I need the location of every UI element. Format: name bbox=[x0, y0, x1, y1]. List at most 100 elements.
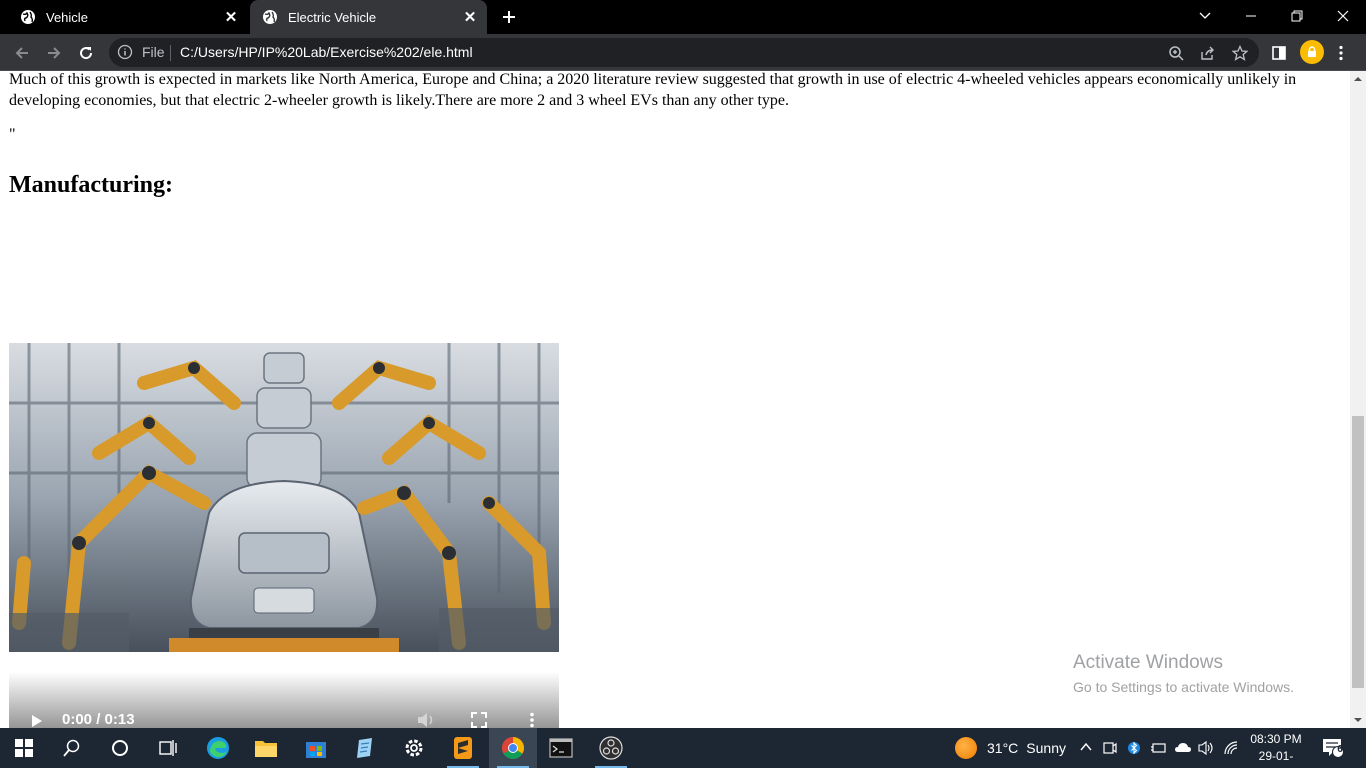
tab-electric-vehicle[interactable]: Electric Vehicle ✕ bbox=[250, 0, 487, 34]
factory-image bbox=[9, 343, 559, 652]
globe-icon bbox=[21, 10, 35, 24]
device-icon[interactable] bbox=[1150, 740, 1166, 756]
watermark-title: Activate Windows bbox=[1073, 652, 1223, 673]
chevron-down-icon bbox=[1199, 12, 1211, 19]
share-icon bbox=[1201, 46, 1214, 60]
browser-toolbar: File C:/Users/HP/IP%20Lab/Exercise%202/e… bbox=[0, 34, 1366, 71]
obs-app[interactable] bbox=[587, 728, 635, 768]
weather-condition: Sunny bbox=[1026, 740, 1066, 756]
lock-icon bbox=[1308, 46, 1316, 57]
wifi-icon[interactable] bbox=[1223, 740, 1239, 756]
more-vertical-icon[interactable] bbox=[529, 712, 535, 728]
profile-avatar[interactable] bbox=[1300, 40, 1324, 64]
volume-icon[interactable] bbox=[417, 712, 437, 728]
clock-date: 29-01-2023 bbox=[1258, 749, 1294, 768]
reload-button[interactable] bbox=[73, 40, 99, 66]
chrome-icon bbox=[502, 737, 524, 759]
notepad-icon bbox=[357, 738, 372, 758]
minimize-icon bbox=[1246, 15, 1256, 17]
bookmark-button[interactable] bbox=[1227, 40, 1253, 66]
video-time: 0:00 / 0:13 bbox=[62, 711, 135, 728]
tab-vehicle[interactable]: Vehicle ✕ bbox=[8, 0, 248, 34]
arrow-right-icon bbox=[48, 47, 61, 59]
side-panel-button[interactable] bbox=[1266, 40, 1292, 66]
close-icon[interactable]: ✕ bbox=[459, 6, 481, 28]
folder-icon bbox=[255, 741, 277, 757]
info-icon[interactable] bbox=[117, 44, 133, 60]
video-player[interactable]: 0:00 / 0:13 bbox=[9, 672, 559, 728]
task-view-button[interactable] bbox=[144, 728, 192, 768]
sun-icon bbox=[955, 737, 977, 759]
tab-search-button[interactable] bbox=[1182, 0, 1228, 32]
store-app[interactable] bbox=[292, 728, 340, 768]
close-icon[interactable]: ✕ bbox=[220, 6, 242, 28]
file-explorer-app[interactable] bbox=[242, 728, 290, 768]
vertical-scrollbar[interactable] bbox=[1350, 71, 1366, 728]
terminal-icon bbox=[549, 738, 573, 758]
search-button[interactable] bbox=[48, 728, 96, 768]
body-paragraph: Much of this growth is expected in marke… bbox=[9, 71, 1297, 109]
edge-app[interactable] bbox=[194, 728, 242, 768]
play-icon[interactable] bbox=[31, 714, 43, 728]
scrollbar-thumb[interactable] bbox=[1352, 416, 1364, 688]
store-icon bbox=[306, 742, 326, 758]
close-icon bbox=[1337, 10, 1349, 22]
scroll-up-icon[interactable] bbox=[1354, 75, 1362, 83]
zoom-icon bbox=[1169, 46, 1184, 61]
url-text[interactable]: C:/Users/HP/IP%20Lab/Exercise%202/ele.ht… bbox=[180, 44, 473, 60]
arrow-left-icon bbox=[15, 47, 28, 59]
notification-count: 6 bbox=[1337, 744, 1343, 755]
volume-icon[interactable] bbox=[1198, 740, 1216, 756]
watermark-subtitle: Go to Settings to activate Windows. bbox=[1073, 679, 1294, 695]
windows-logo-icon bbox=[15, 739, 33, 757]
zoom-button[interactable] bbox=[1163, 40, 1189, 66]
tab-title: Vehicle bbox=[46, 9, 88, 25]
meet-now-icon[interactable] bbox=[1103, 740, 1117, 756]
start-button[interactable] bbox=[0, 728, 48, 768]
edge-icon bbox=[207, 737, 229, 759]
minimize-button[interactable] bbox=[1228, 0, 1274, 32]
search-icon bbox=[63, 739, 80, 757]
activate-windows-watermark: Activate Windows Go to Settings to activ… bbox=[1073, 651, 1294, 697]
close-window-button[interactable] bbox=[1320, 0, 1366, 32]
address-bar[interactable]: File C:/Users/HP/IP%20Lab/Exercise%202/e… bbox=[109, 38, 1259, 67]
weather-temperature: 31°C bbox=[987, 740, 1019, 756]
obs-icon bbox=[599, 736, 623, 760]
side-panel-icon bbox=[1272, 46, 1286, 60]
chevron-up-icon[interactable] bbox=[1079, 740, 1093, 754]
sublime-text-app[interactable] bbox=[439, 728, 487, 768]
bluetooth-icon[interactable] bbox=[1128, 740, 1140, 756]
notepad-app[interactable] bbox=[341, 728, 389, 768]
onedrive-icon[interactable] bbox=[1174, 740, 1192, 756]
quote-mark: " bbox=[9, 126, 16, 143]
task-view-icon bbox=[159, 740, 177, 756]
divider bbox=[170, 45, 171, 61]
fullscreen-icon[interactable] bbox=[471, 712, 487, 728]
restore-button[interactable] bbox=[1274, 0, 1320, 32]
gear-icon bbox=[405, 739, 423, 757]
tab-title: Electric Vehicle bbox=[288, 9, 377, 25]
forward-button[interactable] bbox=[41, 40, 67, 66]
clock-time: 08:30 PM bbox=[1250, 732, 1302, 746]
terminal-app[interactable] bbox=[537, 728, 585, 768]
back-button[interactable] bbox=[9, 40, 35, 66]
more-vertical-icon bbox=[1339, 45, 1343, 61]
chrome-app[interactable] bbox=[489, 728, 537, 768]
tab-strip: Vehicle ✕ Electric Vehicle ✕ bbox=[0, 0, 1366, 34]
new-tab-button[interactable] bbox=[497, 5, 521, 29]
scheme-label: File bbox=[142, 44, 165, 60]
menu-button[interactable] bbox=[1328, 40, 1354, 66]
weather-widget[interactable]: 31°C Sunny bbox=[955, 728, 1066, 768]
share-button[interactable] bbox=[1195, 40, 1221, 66]
action-center-button[interactable]: 6 bbox=[1322, 738, 1344, 763]
restore-icon bbox=[1291, 10, 1303, 22]
reload-icon bbox=[80, 47, 93, 60]
settings-app[interactable] bbox=[390, 728, 438, 768]
sublime-text-icon bbox=[454, 737, 472, 759]
cortana-button[interactable] bbox=[96, 728, 144, 768]
windows-taskbar: 31°C Sunny 08:30 PM 29-01-2023 6 bbox=[0, 728, 1366, 768]
scroll-down-icon[interactable] bbox=[1354, 716, 1362, 724]
plus-icon bbox=[503, 11, 515, 23]
globe-icon bbox=[263, 10, 277, 24]
system-clock[interactable]: 08:30 PM 29-01-2023 bbox=[1246, 731, 1306, 768]
